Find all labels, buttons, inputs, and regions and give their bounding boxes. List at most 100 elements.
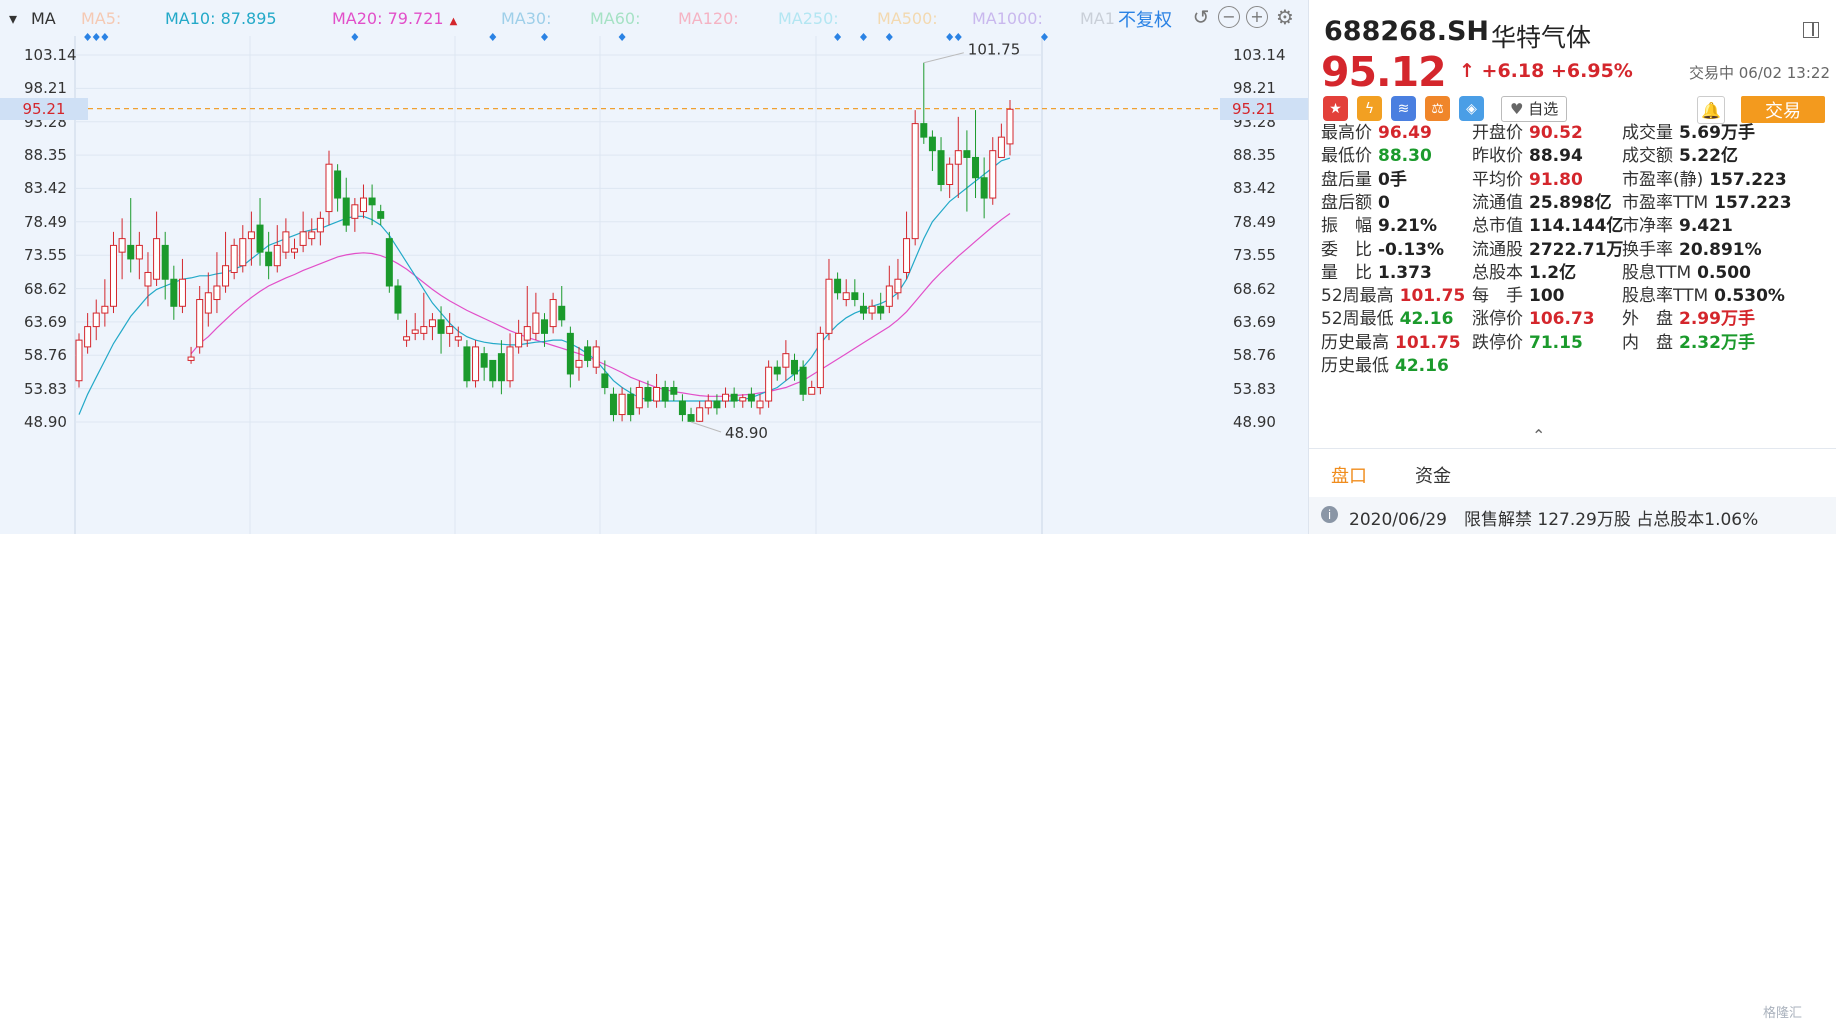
candle-body <box>334 170 342 199</box>
candle-body <box>75 339 83 382</box>
candle-body <box>877 305 885 314</box>
y-tick-left: 103.14 <box>24 46 77 64</box>
stat-col2-9: 跌停价 71.15 <box>1472 332 1583 353</box>
stat-col2-1: 昨收价 88.94 <box>1472 146 1583 167</box>
y-tick-left: 53.83 <box>24 379 67 398</box>
candle-body <box>739 397 747 402</box>
stat-col2-3: 流通值 25.898亿 <box>1472 192 1612 213</box>
candle-body <box>782 353 790 368</box>
candle-body <box>834 278 842 294</box>
candle-body <box>316 217 324 233</box>
candle-body <box>799 366 807 395</box>
candle-body <box>894 278 902 294</box>
candle-body <box>213 285 221 301</box>
event-marker <box>489 33 497 41</box>
y-tick-left: 68.62 <box>24 279 67 298</box>
candle-body <box>946 163 954 186</box>
y-tick-right: 63.69 <box>1233 312 1276 331</box>
max-label: 101.75 <box>968 41 1021 59</box>
trading-status: 交易中 06/02 13:22 <box>1689 64 1830 82</box>
candle-body <box>687 414 695 422</box>
min-label: 48.90 <box>725 424 768 442</box>
stat-col2-2: 平均价 91.80 <box>1472 169 1583 190</box>
chevron-up-icon[interactable]: ⌃ <box>1532 426 1545 445</box>
y-tick-right: 68.62 <box>1233 279 1276 298</box>
candle-body <box>299 231 307 246</box>
candle-body <box>816 332 824 388</box>
candle-body <box>204 292 212 314</box>
price-change: ↑ +6.18 +6.95% <box>1459 60 1633 82</box>
candle-body <box>773 366 781 375</box>
y-tick-right: 53.83 <box>1233 379 1276 398</box>
tab-bar: 盘口 资金 <box>1309 448 1836 502</box>
event-marker <box>946 33 954 41</box>
candle-body <box>928 136 936 152</box>
y-tick-right: 73.55 <box>1233 246 1276 265</box>
candle-body <box>532 312 540 334</box>
stat-col3-8: 外 盘 2.99万手 <box>1622 309 1755 330</box>
candle-body <box>868 305 876 314</box>
quote-info-panel: 688268.SH 华特气体 95.12 ↑ +6.18 +6.95% 交易中 … <box>1308 0 1836 1021</box>
watermark: 格隆汇 <box>1763 1006 1803 1021</box>
kline-chart-panel[interactable]: ▾ MA MA5: MA10: 87.895 MA20: 79.721 ▲ MA3… <box>0 0 1320 534</box>
candle-body <box>239 238 247 267</box>
candle-body <box>265 251 273 267</box>
candle-body <box>989 150 997 199</box>
stat-col1-2: 盘后量 0手 <box>1321 169 1407 190</box>
y-tick-left: 98.21 <box>24 79 67 98</box>
stat-col2-8: 涨停价 106.73 <box>1472 309 1595 330</box>
candle-body <box>351 204 359 219</box>
stat-col3-9: 内 盘 2.32万手 <box>1622 332 1755 353</box>
tab-funds[interactable]: 资金 <box>1415 462 1451 488</box>
candle-body <box>644 386 652 402</box>
y-tick-left: 88.35 <box>24 146 67 165</box>
stat-col1-1: 最低价 88.30 <box>1321 146 1432 167</box>
notice-text: 2020/06/29 限售解禁 127.29万股 占总股本1.06% <box>1349 510 1759 530</box>
candle-body <box>308 231 316 240</box>
current-price-tag-right: 95.21 <box>1220 97 1320 120</box>
candle-body <box>472 346 480 382</box>
unlock-notice[interactable]: i 2020/06/29 限售解禁 127.29万股 占总股本1.06% 格隆汇 <box>1309 497 1836 1021</box>
candle-body <box>523 326 531 341</box>
candle-body <box>282 231 290 253</box>
candle-body <box>704 400 712 409</box>
candle-body <box>178 278 186 307</box>
candle-body <box>394 285 402 314</box>
candle-body <box>558 305 566 321</box>
candle-body <box>1006 108 1014 145</box>
candle-body <box>101 305 109 314</box>
candle-body <box>368 197 376 206</box>
y-tick-left: 63.69 <box>24 312 67 331</box>
tab-handicap[interactable]: 盘口 <box>1329 462 1369 502</box>
candle-body <box>428 319 436 328</box>
candle-body <box>420 326 428 334</box>
candle-body <box>411 329 419 334</box>
stat-col2-5: 流通股 2722.71万 <box>1472 239 1624 260</box>
panel-collapse-icon[interactable] <box>1803 22 1819 38</box>
event-marker <box>885 33 893 41</box>
stat-col1-8: 52周最低 42.16 <box>1321 309 1454 330</box>
candle-body <box>437 319 445 334</box>
candle-body <box>170 278 178 307</box>
info-icon: i <box>1321 506 1338 523</box>
candle-body <box>997 136 1005 158</box>
event-marker <box>92 33 100 41</box>
candle-body <box>713 400 721 409</box>
stat-col1-4: 振 幅 9.21% <box>1321 216 1437 237</box>
candle-body <box>92 312 100 328</box>
y-tick-left: 73.55 <box>24 246 67 265</box>
candle-body <box>566 332 574 375</box>
candle-body <box>463 346 471 382</box>
candle-body <box>972 156 980 179</box>
candle-body <box>756 400 764 409</box>
candle-body <box>230 244 238 273</box>
candle-body <box>635 386 643 409</box>
candle-body <box>584 346 592 361</box>
candle-body <box>489 359 497 382</box>
candle-body <box>670 386 678 395</box>
candle-body <box>515 332 523 348</box>
candle-body <box>541 319 548 334</box>
candle-body <box>342 197 350 226</box>
kline-chart-svg[interactable]: 101.75 48.90 <box>0 0 1308 534</box>
candle-body <box>377 211 385 219</box>
